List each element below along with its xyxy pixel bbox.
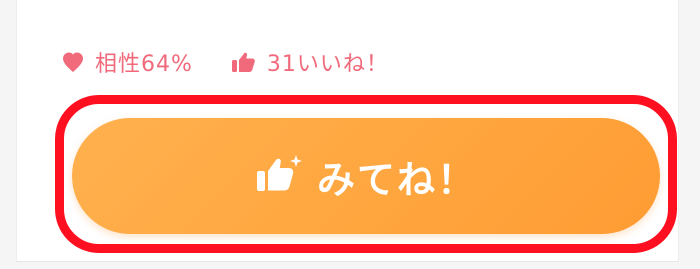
compatibility-stat: 相性64% (61, 46, 193, 78)
likes-stat: 31いいね！ (231, 46, 389, 78)
sparkle-thumbs-up-icon (255, 153, 303, 195)
thumbs-up-icon (231, 50, 257, 74)
look-button[interactable]: みてね！ (72, 118, 660, 234)
profile-card: 相性64% 31いいね！ みてね！ (16, 0, 679, 262)
heart-icon (61, 51, 85, 73)
compatibility-label: 相性64% (95, 52, 193, 77)
likes-label: 31いいね！ (266, 52, 389, 77)
look-button-label: みてね！ (316, 157, 477, 202)
profile-stats: 相性64% 31いいね！ (61, 44, 389, 80)
